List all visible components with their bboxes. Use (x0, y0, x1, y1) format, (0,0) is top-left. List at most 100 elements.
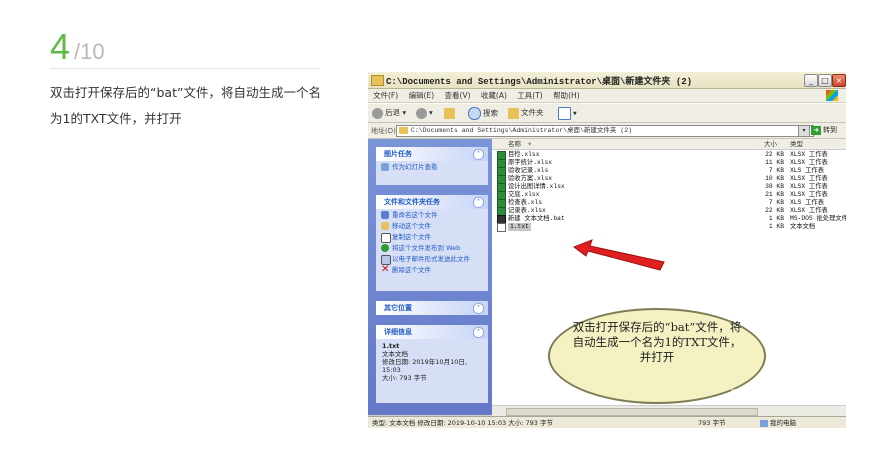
menu-edit[interactable]: 编辑(E) (409, 89, 435, 102)
file-row[interactable]: 记录表.xlsx 22 KB XLSX 工作表 (492, 207, 846, 216)
menu-help[interactable]: 帮助(H) (553, 89, 580, 102)
file-row[interactable]: 新建 文本文档.bat 1 KB MS-DOS 批处理文件 (492, 215, 846, 224)
status-bar: 类型: 文本文档 修改日期: 2019-10-10 15:03 大小: 793 … (368, 416, 846, 428)
views-icon (558, 107, 571, 120)
task-label: 作为幻灯片查看 (392, 163, 438, 171)
watermark: Bai 经验 (730, 386, 800, 406)
address-input[interactable]: C:\Documents and Settings\Administrator\… (396, 125, 814, 137)
detail-filename: 1.txt (382, 342, 400, 350)
file-row[interactable]: 原字统计.xlsx 11 KB XLSX 工作表 (492, 159, 846, 168)
column-name[interactable]: 名称 (508, 139, 521, 149)
window-titlebar: C:\Documents and Settings\Administrator\… (368, 72, 846, 89)
red-arrow-icon (572, 239, 665, 271)
chevron-up-icon[interactable]: ˄ (473, 327, 484, 338)
step-description: 双击打开保存后的“bat”文件，将自动生成一个名为1的TXT文件，并打开 (50, 85, 321, 126)
menu-view[interactable]: 查看(V) (445, 89, 471, 102)
rename-link[interactable]: 重命名这个文件 (376, 209, 488, 220)
menu-tools[interactable]: 工具(T) (517, 89, 542, 102)
file-name: 1.txt (508, 223, 531, 231)
file-row[interactable]: 目检.xlsx 22 KB XLSX 工作表 (492, 151, 846, 160)
column-type[interactable]: 类型 (790, 139, 803, 149)
close-button[interactable]: × (832, 74, 846, 87)
go-label: 转到 (823, 126, 837, 134)
file-name: 记录表.xlsx (508, 207, 546, 214)
maximize-button[interactable]: □ (818, 74, 832, 87)
forward-button[interactable]: ▾ (416, 107, 433, 119)
task-label: 删除这个文件 (392, 266, 431, 274)
address-dropdown[interactable]: ▾ (798, 125, 810, 137)
file-tasks-panel: 文件和文件夹任务 ˄ 重命名这个文件 移动这个文件 复制这个文件 将这个文件发布到… (376, 195, 488, 291)
copy-link[interactable]: 复制这个文件 (376, 231, 488, 243)
task-label: 将这个文件发布到 Web (392, 244, 461, 252)
computer-icon (760, 419, 768, 427)
file-row[interactable]: 1.txt 1 KB 文本文档 (492, 223, 846, 232)
back-label: 后退 (385, 108, 400, 117)
views-button[interactable]: ▾ (558, 107, 577, 120)
file-size: 22 KB (765, 151, 784, 158)
chevron-up-icon[interactable]: ˄ (473, 149, 484, 160)
up-button[interactable] (444, 107, 457, 119)
menu-favorites[interactable]: 收藏(A) (481, 89, 507, 102)
search-button[interactable]: 搜索 (468, 107, 498, 120)
panel-header[interactable]: 其它位置 ˅ (376, 301, 488, 315)
globe-icon (381, 244, 389, 252)
file-row[interactable]: 验收记录.xls 7 KB XLS 工作表 (492, 167, 846, 176)
file-size: 1 KB (768, 215, 784, 222)
file-type: XLSX 工作表 (790, 159, 828, 166)
toolbar: 后退 ▾ ▾ 搜索 文件夹 ▾ (368, 103, 846, 123)
other-places-panel: 其它位置 ˅ (376, 301, 488, 315)
go-button[interactable]: ➜ 转到 (811, 125, 837, 135)
file-row[interactable]: 检查表.xls 7 KB XLS 工作表 (492, 199, 846, 208)
details-content: 1.txt 文本文档 修改日期: 2019年10月10日, 15:03 大小: … (376, 339, 488, 385)
move-link[interactable]: 移动这个文件 (376, 220, 488, 231)
scrollbar-thumb[interactable] (506, 408, 758, 416)
file-size: 7 KB (768, 167, 784, 174)
address-label: 地址(D) (371, 127, 396, 135)
panel-header[interactable]: 详细信息 ˄ (376, 325, 488, 339)
file-name: 交底.xlsx (508, 191, 540, 198)
file-name: 设计出图详情.xlsx (508, 183, 565, 190)
divider (50, 68, 320, 69)
file-type: XLSX 工作表 (790, 183, 828, 190)
file-type: XLS 工作表 (790, 199, 825, 206)
go-arrow-icon: ➜ (811, 125, 821, 135)
file-row[interactable]: 设计出图详情.xlsx 38 KB XLSX 工作表 (492, 183, 846, 192)
delete-link[interactable]: ✕ 删除这个文件 (376, 264, 488, 275)
search-icon (468, 107, 481, 120)
forward-arrow-icon (416, 107, 427, 119)
file-row[interactable]: 交底.xlsx 21 KB XLSX 工作表 (492, 191, 846, 200)
sort-arrow-icon: ▾ (528, 140, 532, 148)
status-info: 类型: 文本文档 修改日期: 2019-10-10 15:03 大小: 793 … (372, 419, 553, 427)
panel-title: 文件和文件夹任务 (384, 198, 440, 206)
back-button[interactable]: 后退 ▾ (372, 107, 406, 119)
panel-header[interactable]: 图片任务 ˄ (376, 147, 488, 161)
chevron-down-icon[interactable]: ˅ (473, 303, 484, 314)
menu-file[interactable]: 文件(F) (373, 89, 398, 102)
file-row[interactable]: 验收方案.xlsx 10 KB XLSX 工作表 (492, 175, 846, 184)
file-size: 11 KB (765, 159, 784, 166)
slideshow-icon (381, 163, 389, 171)
windows-logo-icon (826, 90, 838, 101)
folder-icon (399, 127, 408, 134)
window-title: C:\Documents and Settings\Administrator\… (386, 77, 693, 87)
email-link[interactable]: 以电子邮件形式发送此文件 (376, 253, 488, 265)
location-label: 我的电脑 (770, 419, 796, 427)
minimize-button[interactable]: _ (804, 74, 818, 87)
column-size[interactable]: 大小 (764, 139, 777, 149)
status-size: 793 字节 (698, 419, 726, 427)
task-label: 以电子邮件形式发送此文件 (392, 255, 470, 263)
file-type: XLS 工作表 (790, 167, 825, 174)
publish-web-link[interactable]: 将这个文件发布到 Web (376, 242, 488, 253)
folder-up-icon (444, 107, 455, 119)
file-size: 10 KB (765, 175, 784, 182)
file-name: 目检.xlsx (508, 151, 540, 158)
chevron-up-icon[interactable]: ˄ (473, 197, 484, 208)
panel-header[interactable]: 文件和文件夹任务 ˄ (376, 195, 488, 209)
file-type: XLSX 工作表 (790, 191, 828, 198)
callout-text: 双击打开保存后的“bat”文件，将自动生成一个名为1的TXT文件，并打开 (572, 320, 742, 364)
folders-button[interactable]: 文件夹 (508, 107, 544, 119)
panel-title: 图片任务 (384, 150, 412, 158)
search-label: 搜索 (483, 108, 498, 118)
slideshow-link[interactable]: 作为幻灯片查看 (376, 161, 488, 172)
task-sidebar: 图片任务 ˄ 作为幻灯片查看 文件和文件夹任务 ˄ 重命名这个文件 移动这个文件 复… (368, 139, 492, 415)
